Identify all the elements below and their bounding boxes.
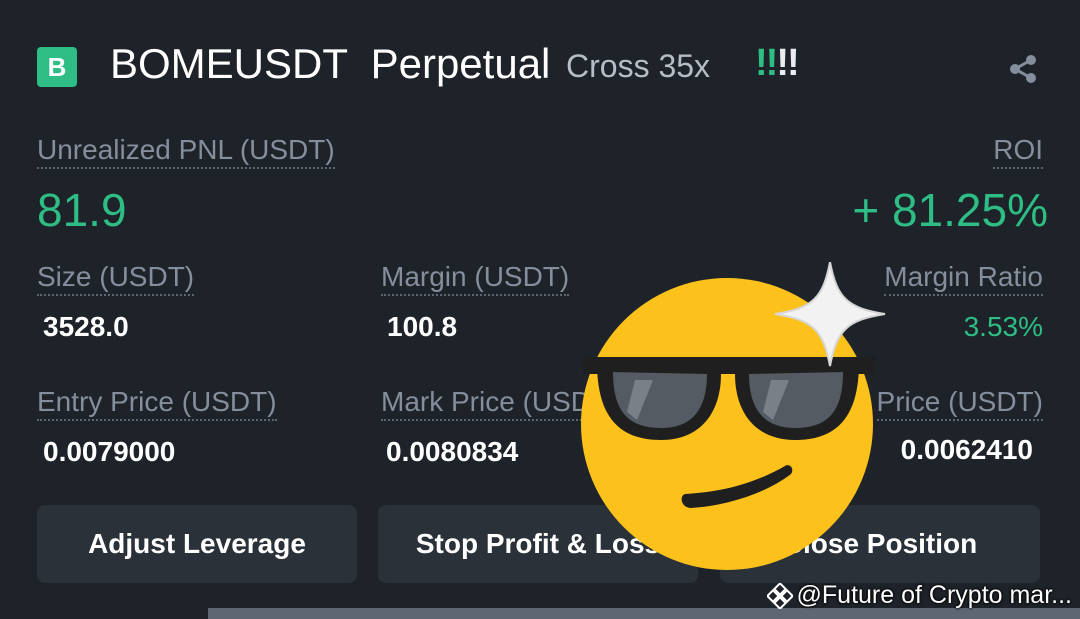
liquidation-price-label[interactable]: Price (USDT) bbox=[876, 386, 1043, 421]
margin-mode-leverage[interactable]: Cross 35x bbox=[566, 48, 710, 85]
watermark-text: @Future of Crypto mar... bbox=[796, 581, 1072, 609]
margin-ratio-value: 3.53% bbox=[963, 311, 1043, 342]
liquidation-price-value: 0.0062410 bbox=[900, 434, 1033, 465]
unrealized-pnl-label[interactable]: Unrealized PNL (USDT) bbox=[37, 134, 335, 169]
roi-label[interactable]: ROI bbox=[993, 134, 1043, 169]
binance-logo-icon bbox=[766, 582, 793, 609]
alert-marks-white: !! bbox=[776, 42, 799, 84]
roi-value: + 81.25% bbox=[852, 184, 1048, 236]
unrealized-pnl-value: 81.9 bbox=[37, 184, 127, 236]
alert-marks: !!!! bbox=[755, 42, 800, 85]
adjust-leverage-button[interactable]: Adjust Leverage bbox=[37, 505, 357, 583]
entry-price-value: 0.0079000 bbox=[43, 436, 176, 467]
margin-value: 100.8 bbox=[387, 311, 458, 342]
contract-symbol: BOMEUSDT Perpetual bbox=[110, 40, 551, 87]
share-icon[interactable] bbox=[1008, 54, 1038, 84]
margin-ratio-label[interactable]: Margin Ratio bbox=[884, 261, 1043, 296]
entry-price-label[interactable]: Entry Price (USDT) bbox=[37, 386, 277, 421]
mark-price-value: 0.0080834 bbox=[386, 436, 519, 467]
margin-label[interactable]: Margin (USDT) bbox=[381, 261, 570, 296]
size-label[interactable]: Size (USDT) bbox=[37, 261, 195, 296]
sunglasses-emoji-sticker bbox=[581, 262, 886, 570]
symbol-badge: B bbox=[37, 47, 77, 87]
watermark: @Future of Crypto mar... bbox=[766, 581, 1072, 610]
alert-marks-green: !! bbox=[755, 42, 778, 84]
size-value: 3528.0 bbox=[43, 311, 129, 342]
